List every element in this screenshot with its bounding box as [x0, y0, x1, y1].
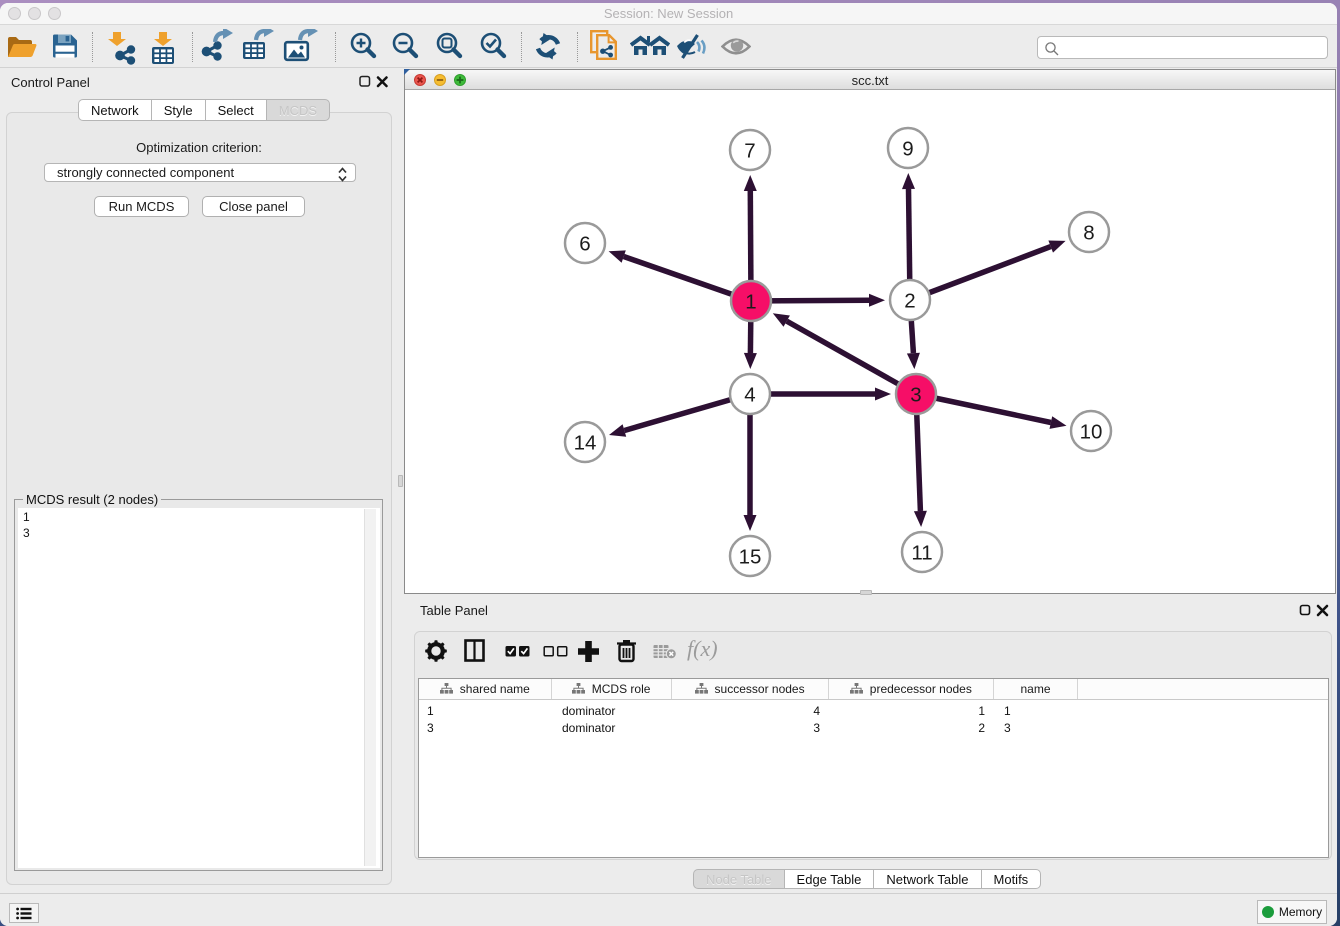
svg-text:14: 14	[574, 432, 597, 455]
svg-text:11: 11	[911, 542, 932, 565]
svg-text:2: 2	[904, 290, 915, 313]
svg-text:7: 7	[744, 140, 755, 163]
svg-text:15: 15	[739, 546, 762, 569]
svg-text:9: 9	[902, 138, 913, 161]
svg-text:6: 6	[579, 233, 590, 256]
svg-text:1: 1	[745, 291, 756, 314]
svg-text:10: 10	[1080, 421, 1103, 444]
svg-text:3: 3	[910, 384, 921, 407]
svg-text:4: 4	[744, 384, 755, 407]
svg-text:8: 8	[1083, 222, 1094, 245]
